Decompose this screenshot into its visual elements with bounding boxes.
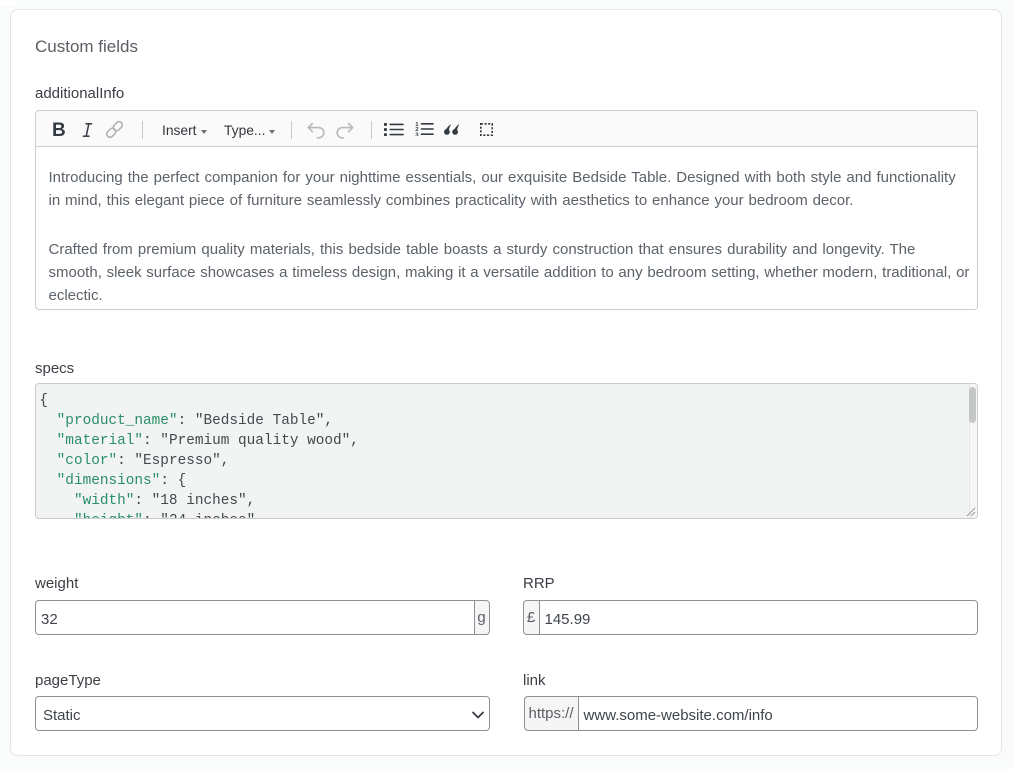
svg-text:3: 3 bbox=[415, 132, 419, 136]
